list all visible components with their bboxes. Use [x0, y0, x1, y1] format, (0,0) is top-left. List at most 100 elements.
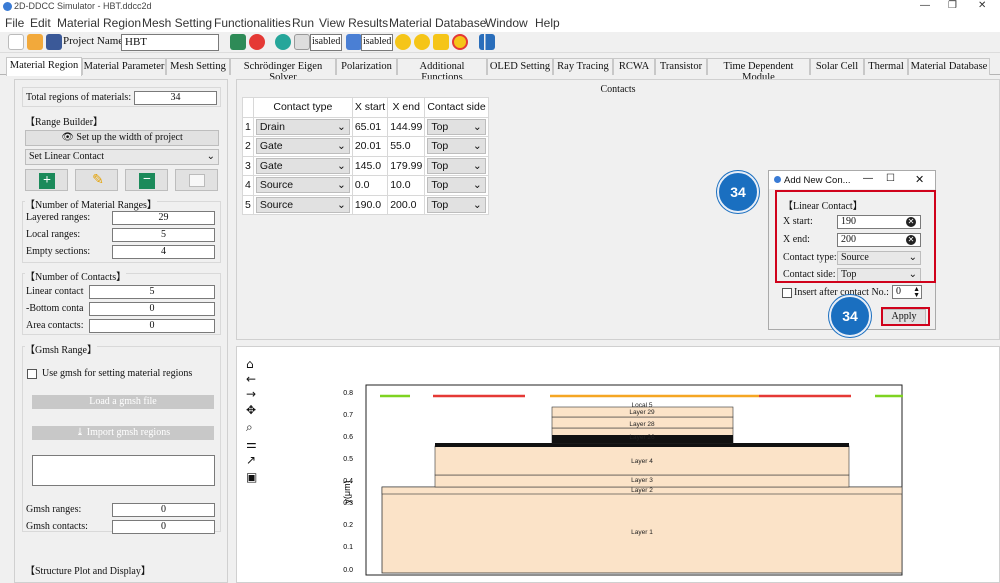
contact-side-cell[interactable]: Top ⌄ — [424, 116, 489, 137]
x-end-cell[interactable]: 144.99 — [387, 116, 426, 137]
insert-after-checkbox[interactable] — [782, 288, 792, 298]
x-end-cell[interactable]: 200.0 — [387, 194, 426, 215]
setup-width-button[interactable]: 👁 Set up the width of project — [25, 130, 219, 146]
app-icon — [3, 2, 12, 11]
contact-type-cell[interactable]: Source ⌄ — [252, 175, 353, 196]
contact-side-cell[interactable]: Top ⌄ — [424, 136, 489, 157]
x-start-cell[interactable]: 0.0 — [351, 175, 389, 196]
tab-polarization[interactable]: Polarization — [336, 58, 397, 75]
header-contact-type[interactable]: Contact type — [252, 97, 353, 118]
contact-side-value: Top — [431, 120, 449, 133]
bar-chart-icon[interactable] — [479, 34, 495, 50]
dialog-maximize-button[interactable]: ☐ — [886, 173, 895, 184]
tab-solar-cell[interactable]: Solar Cell — [810, 58, 864, 75]
menu-material-region[interactable]: Material Region — [57, 16, 141, 30]
dialog-minimize-button[interactable]: — — [863, 173, 873, 184]
tab-mesh-setting[interactable]: Mesh Setting — [166, 58, 230, 75]
table-row[interactable]: 1 Drain ⌄ 65.01 144.99 Top ⌄ — [242, 116, 489, 137]
contact-type-cell[interactable]: Drain ⌄ — [252, 116, 353, 137]
chevron-down-icon: ⌄ — [337, 140, 346, 153]
header-x-start[interactable]: X start — [351, 97, 389, 118]
x-start-cell[interactable]: 65.01 — [351, 116, 389, 137]
stop-run-icon[interactable] — [452, 34, 468, 50]
edit-range-button[interactable]: ✎ — [75, 169, 118, 191]
minimize-button[interactable]: — — [920, 0, 930, 11]
play-icon[interactable] — [395, 34, 411, 50]
tab-time-dependent[interactable]: Time Dependent Module — [707, 58, 810, 83]
contact-type-cell[interactable]: Gate ⌄ — [252, 136, 353, 157]
tab-ray-tracing[interactable]: Ray Tracing — [553, 58, 613, 75]
project-name-input[interactable]: HBT — [121, 34, 219, 51]
contact-type-cell[interactable]: Gate ⌄ — [252, 155, 353, 176]
tab-oled-setting[interactable]: OLED Setting — [487, 58, 553, 75]
menu-functionalities[interactable]: Functionalities — [214, 16, 291, 30]
x-end-cell[interactable]: 179.99 — [387, 155, 426, 176]
table-row[interactable]: 3 Gate ⌄ 145.0 179.99 Top ⌄ — [242, 155, 489, 176]
load-gmsh-button[interactable]: Load a gmsh file — [32, 395, 214, 409]
spin-arrows-icon[interactable]: ▲ ▼ — [913, 286, 920, 299]
save-icon[interactable] — [46, 34, 62, 50]
dialog-close-button[interactable]: ✕ — [915, 173, 924, 186]
remove-range-button[interactable]: − — [125, 169, 168, 191]
contact-type-cell[interactable]: Source ⌄ — [252, 194, 353, 215]
contact-side-cell[interactable]: Top ⌄ — [424, 175, 489, 196]
menu-mesh-setting[interactable]: Mesh Setting — [142, 16, 212, 30]
new-file-icon[interactable] — [8, 34, 24, 50]
dialog-title-bar: Add New Con... — ☐ ✕ — [769, 171, 935, 189]
y-tick-0.8: 0.8 — [343, 390, 353, 397]
tab-rcwa[interactable]: RCWA — [613, 58, 655, 75]
clear-range-button[interactable] — [175, 169, 218, 191]
insert-after-spinbox[interactable]: 0 ▲ ▼ — [892, 285, 922, 299]
header-x-end[interactable]: X end — [387, 97, 426, 118]
menu-view-results[interactable]: View Results — [319, 16, 388, 30]
mesh-icon[interactable] — [275, 34, 291, 50]
y-tick-0.0: 0.0 — [343, 567, 353, 574]
x-start-cell[interactable]: 190.0 — [351, 194, 389, 215]
contact-side-cell[interactable]: Top ⌄ — [424, 155, 489, 176]
contact-side-cell[interactable]: Top ⌄ — [424, 194, 489, 215]
restore-button[interactable]: ❐ — [948, 0, 957, 11]
grid-icon[interactable] — [294, 34, 310, 50]
table-row[interactable]: 4 Source ⌄ 0.0 10.0 Top ⌄ — [242, 175, 489, 196]
tab-additional-functions[interactable]: Additional Functions — [397, 58, 487, 83]
header-contact-side[interactable]: Contact side — [424, 97, 489, 118]
import-gmsh-button[interactable]: ⤓ Import gmsh regions — [32, 426, 214, 440]
tab-schrodinger[interactable]: Schrödinger Eigen Solver — [230, 58, 336, 83]
y-tick-0.1: 0.1 — [343, 544, 353, 551]
area-contacts-field: 0 — [89, 319, 215, 333]
menu-window[interactable]: Window — [485, 16, 528, 30]
menu-file[interactable]: File — [5, 16, 24, 30]
x-end-cell[interactable]: 10.0 — [387, 175, 426, 196]
tab-transistor[interactable]: Transistor — [655, 58, 707, 75]
table-row[interactable]: 2 Gate ⌄ 20.01 55.0 Top ⌄ — [242, 136, 489, 157]
tab-material-database[interactable]: Material Database — [908, 58, 990, 75]
tab-material-region[interactable]: Material Region — [6, 57, 82, 76]
x-start-cell[interactable]: 20.01 — [351, 136, 389, 157]
close-button[interactable]: ✕ — [978, 0, 986, 11]
open-folder-icon[interactable] — [27, 34, 43, 50]
gmsh-list[interactable] — [32, 455, 215, 486]
contact-side-value: Top — [431, 159, 449, 172]
contacts-table[interactable]: Contact type X start X end Contact side … — [242, 97, 489, 215]
use-gmsh-checkbox[interactable] — [27, 369, 37, 379]
bottom-contact-field: 0 — [89, 302, 215, 316]
add-range-button[interactable]: + — [25, 169, 68, 191]
stop-icon[interactable] — [249, 34, 265, 50]
tab-thermal[interactable]: Thermal — [864, 58, 908, 75]
play-next-icon[interactable] — [414, 34, 430, 50]
x-start-cell[interactable]: 145.0 — [351, 155, 389, 176]
bottom-contact-label: -Bottom conta — [26, 303, 84, 314]
menu-run[interactable]: Run — [292, 16, 314, 30]
menu-help[interactable]: Help — [535, 16, 560, 30]
table-row[interactable]: 5 Source ⌄ 190.0 200.0 Top ⌄ — [242, 194, 489, 215]
refresh-icon[interactable] — [230, 34, 246, 50]
load-gmsh-label: Load a gmsh file — [89, 396, 157, 407]
menu-edit[interactable]: Edit — [30, 16, 51, 30]
contact-type-select[interactable]: Set Linear Contact ⌄ — [25, 149, 219, 165]
batch-run-icon[interactable] — [433, 34, 449, 50]
contact-type-value: Gate — [259, 159, 283, 172]
menu-material-database[interactable]: Material Database — [389, 16, 486, 30]
list-icon[interactable] — [346, 34, 362, 50]
tab-material-parameter[interactable]: Material Parameter — [82, 58, 166, 75]
x-end-cell[interactable]: 55.0 — [387, 136, 426, 157]
